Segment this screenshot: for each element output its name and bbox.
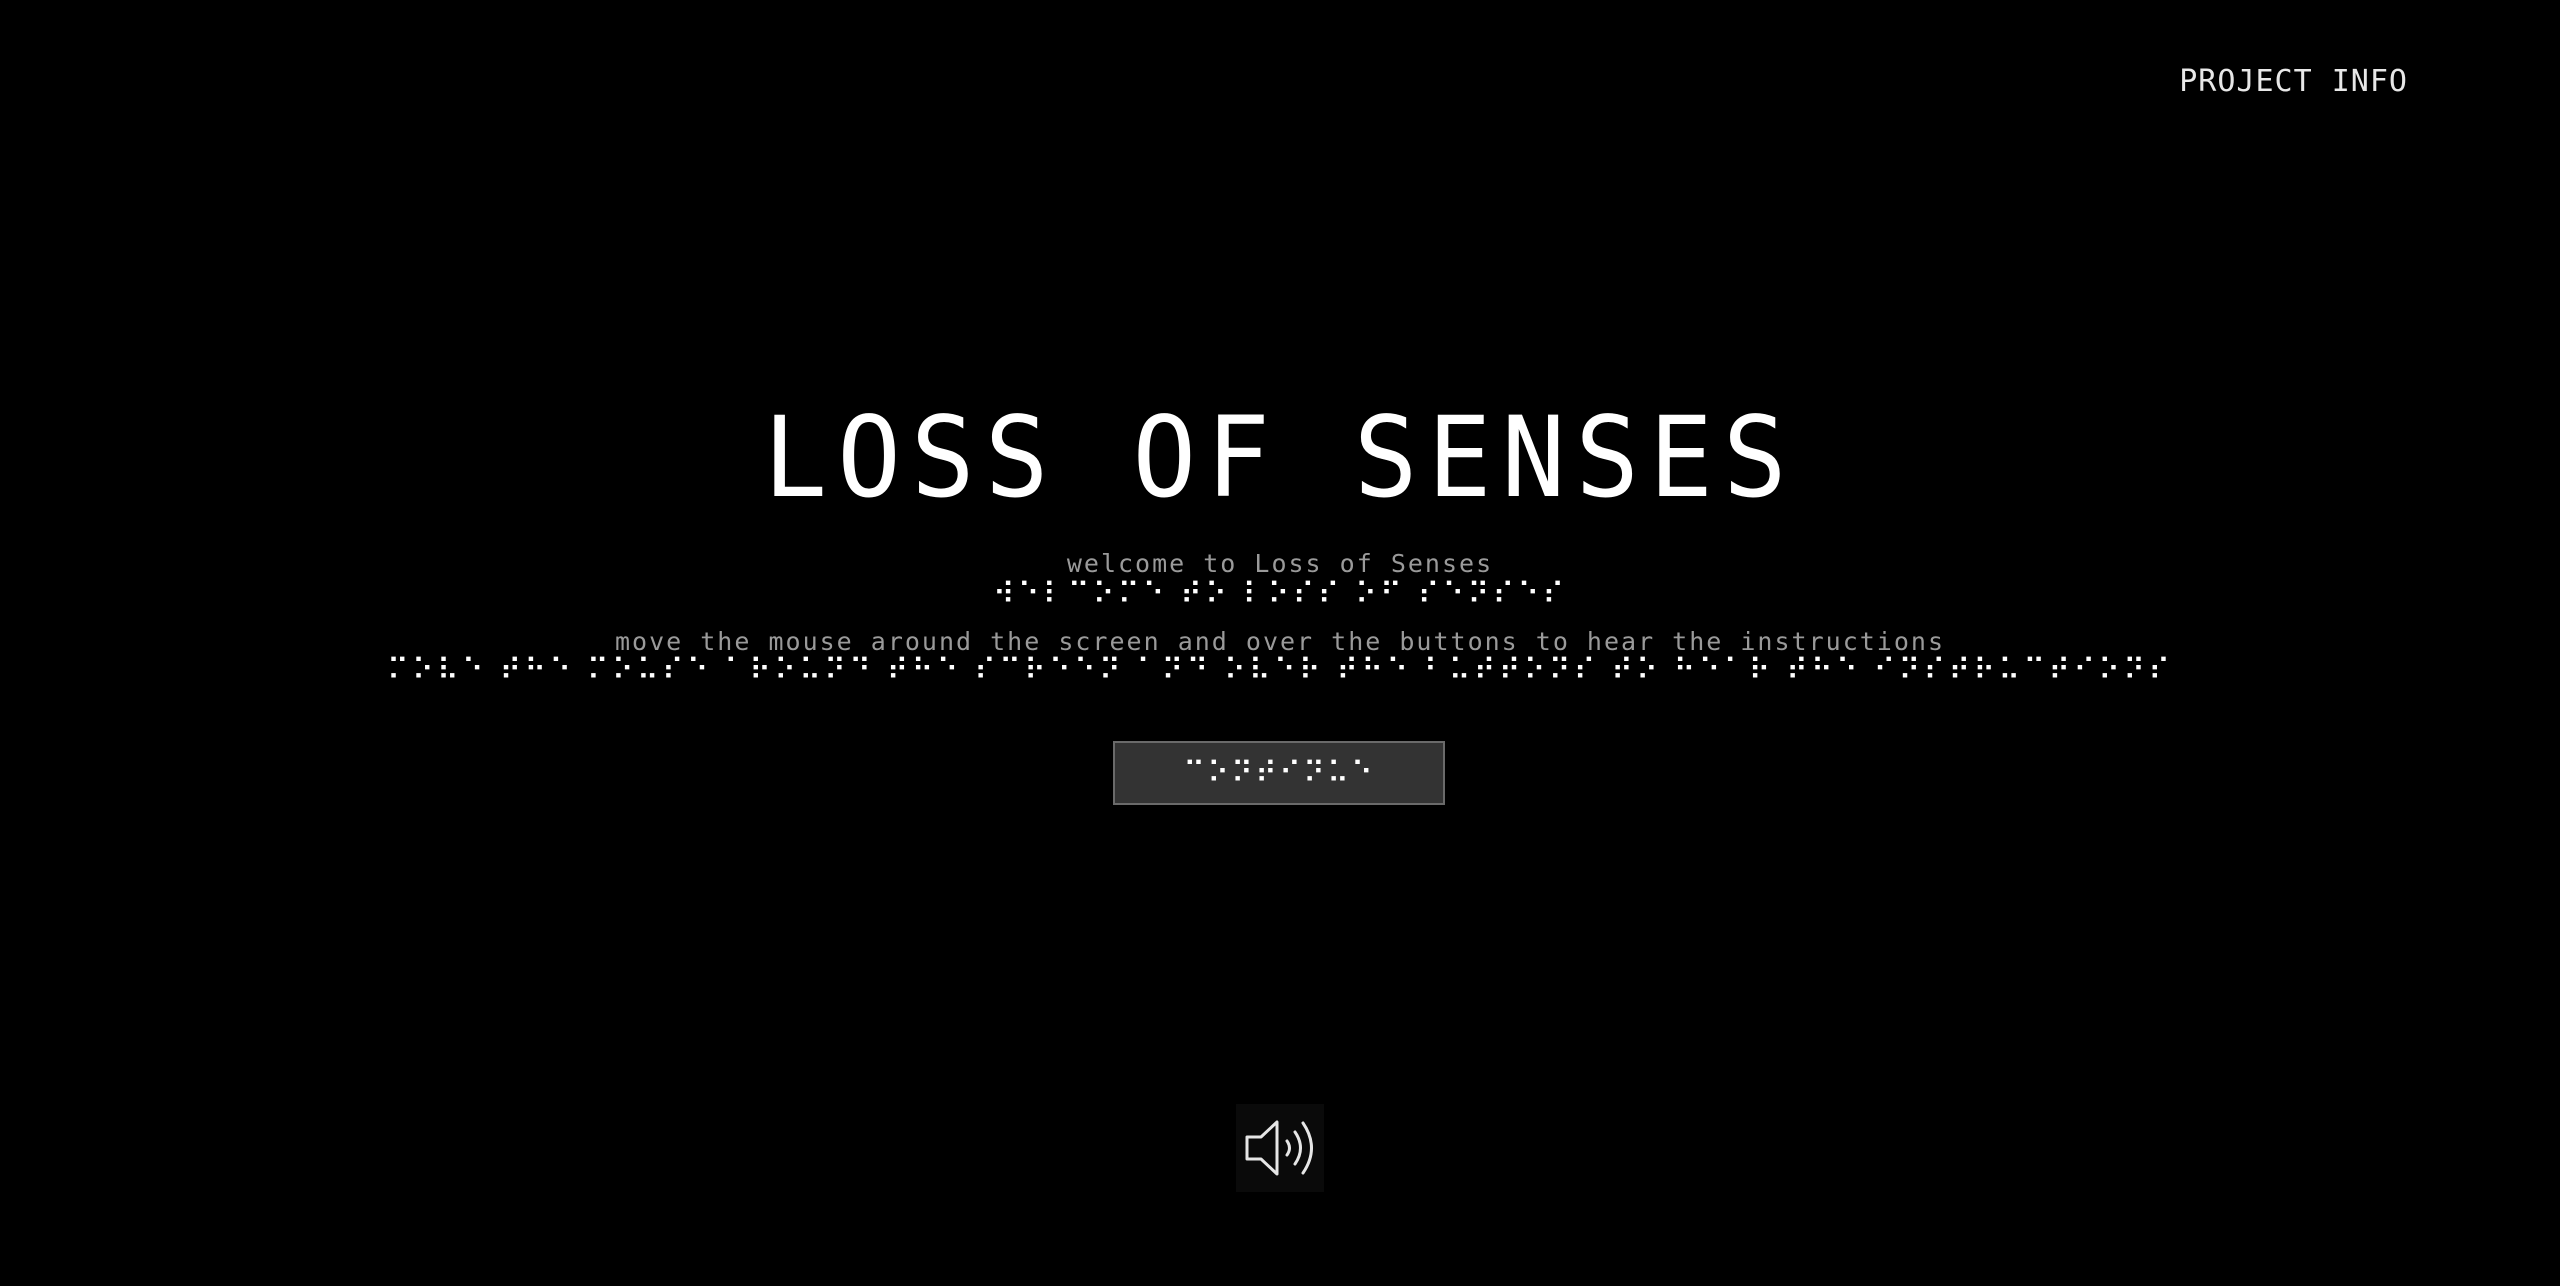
start-button[interactable]: ⠉⠕⠝⠞⠊⠝⠥⠑ (1113, 741, 1445, 805)
instructions-braille: ⠍⠕⠧⠑ ⠞⠓⠑ ⠍⠕⠥⠎⠑ ⠁⠗⠕⠥⠝⠙ ⠞⠓⠑ ⠎⠉⠗⠑⠑⠝ ⠁⠝⠙ ⠕⠧⠑… (386, 653, 2174, 688)
page-title: LOSS OF SENSES (763, 392, 1797, 523)
start-button-label: ⠉⠕⠝⠞⠊⠝⠥⠑ (1183, 755, 1375, 791)
sound-toggle-button[interactable] (1236, 1104, 1324, 1192)
project-info-link[interactable]: PROJECT INFO (2179, 64, 2408, 99)
welcome-braille: ⠺⠑⠇⠉⠕⠍⠑ ⠞⠕ ⠇⠕⠎⠎ ⠕⠋ ⠎⠑⠝⠎⠑⠎ (992, 577, 1568, 612)
welcome-text: welcome to Loss of Senses (1066, 549, 1494, 578)
instructions-text: move the mouse around the screen and ove… (615, 627, 1945, 656)
speaker-volume-icon (1245, 1120, 1313, 1176)
